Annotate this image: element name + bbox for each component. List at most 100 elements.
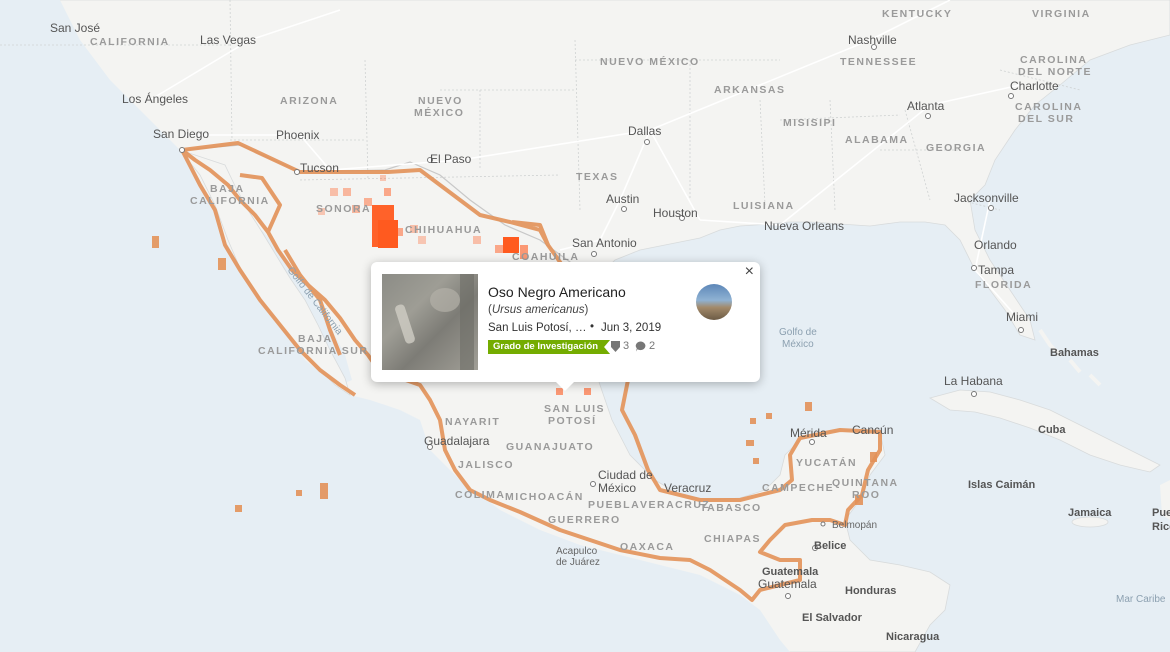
identifications-value: 3 xyxy=(623,340,630,352)
label-virginia: VIRGINIA xyxy=(1032,8,1091,20)
label-el-salvador: El Salvador xyxy=(802,612,863,624)
label-nuevo: NUEVO xyxy=(418,95,463,107)
label-yucatan: YUCATÁN xyxy=(796,456,857,469)
label-guanajuato: GUANAJUATO xyxy=(506,441,594,453)
label-tennessee: TENNESSEE xyxy=(840,56,917,68)
label-san-antonio: San Antonio xyxy=(572,236,637,250)
comments-value: 2 xyxy=(649,340,656,352)
scientific-name: (Ursus americanus) xyxy=(488,304,589,316)
label-carolina-sur-1: CAROLINA xyxy=(1015,101,1082,113)
label-guatemala-city: Guatemala xyxy=(758,577,817,591)
label-slp-1: SAN LUIS xyxy=(544,403,605,415)
comment-icon xyxy=(635,341,646,351)
label-jamaica: Jamaica xyxy=(1068,507,1112,519)
label-islas-caiman: Islas Caimán xyxy=(968,479,1036,491)
photo-detail xyxy=(430,288,460,312)
label-las-vegas: Las Vegas xyxy=(200,33,256,47)
label-kentucky: KENTUCKY xyxy=(882,8,952,20)
label-austin: Austin xyxy=(606,192,639,206)
label-veracruz-city: Veracruz xyxy=(664,481,711,495)
label-california: CALIFORNIA xyxy=(90,36,170,48)
label-chiapas: CHIAPAS xyxy=(704,533,761,545)
label-luisiana: LUISIANA xyxy=(733,200,795,212)
label-mar-caribe: Mar Caribe xyxy=(1116,594,1166,605)
label-quintana-2: ROO xyxy=(852,489,880,501)
label-florida: FLORIDA xyxy=(975,279,1032,291)
label-cuba: Cuba xyxy=(1038,424,1066,436)
label-arizona: ARIZONA xyxy=(280,95,338,107)
label-tampa: Tampa xyxy=(978,263,1014,277)
label-houston: Houston xyxy=(653,206,698,220)
label-rico: Rico xyxy=(1152,521,1170,533)
identifications-count: 3 xyxy=(611,340,629,352)
label-carolina-norte-1: CAROLINA xyxy=(1020,54,1087,66)
label-nicaragua: Nicaragua xyxy=(886,631,940,643)
label-miami: Miami xyxy=(1006,310,1038,324)
label-san-jose: San José xyxy=(50,21,100,35)
comments-count: 2 xyxy=(635,340,655,352)
label-tucson: Tucson xyxy=(300,161,339,175)
label-baja-sur-1: BAJA xyxy=(298,333,333,345)
label-oklahoma: NUEVO MÉXICO xyxy=(600,55,700,68)
label-nayarit: NAYARIT xyxy=(445,416,500,428)
observation-title[interactable]: Oso Negro Americano xyxy=(488,284,626,300)
label-nashville: Nashville xyxy=(848,33,897,47)
label-acapulco-2: de Juárez xyxy=(556,557,600,568)
label-guadalajara: Guadalajara xyxy=(424,434,490,448)
label-guerrero: GUERRERO xyxy=(548,514,621,526)
photo-detail xyxy=(394,303,416,345)
label-dallas: Dallas xyxy=(628,124,661,138)
label-texas: TEXAS xyxy=(576,171,619,183)
identification-icon xyxy=(611,340,620,352)
close-icon[interactable]: × xyxy=(745,263,754,281)
label-misisipi: MISISIPI xyxy=(783,117,836,129)
label-cancun: Cancún xyxy=(852,423,893,437)
photo-detail xyxy=(460,274,474,370)
user-avatar[interactable] xyxy=(696,284,732,320)
label-honduras: Honduras xyxy=(845,585,896,597)
observation-date: Jun 3, 2019 xyxy=(601,322,662,334)
quality-grade-badge: Grado de Investigación xyxy=(488,340,610,354)
label-la-habana: La Habana xyxy=(944,374,1003,388)
label-phoenix: Phoenix xyxy=(276,128,319,142)
label-tabasco: TABASCO xyxy=(700,502,762,514)
label-chihuahua: CHIHUAHUA xyxy=(405,224,482,236)
label-carolina-norte-2: DEL NORTE xyxy=(1018,66,1092,78)
label-carolina-sur-2: DEL SUR xyxy=(1018,113,1074,125)
label-puerto-rico: Puerto xyxy=(1152,507,1170,519)
label-campeche: CAMPECHE xyxy=(762,482,834,494)
label-colima: COLIMA xyxy=(455,489,505,501)
observation-place: San Luis Potosí, M... xyxy=(488,322,590,334)
label-quintana-1: QUINTANA xyxy=(832,477,899,489)
label-michoacan: MICHOACÁN xyxy=(505,490,584,503)
label-oaxaca: OAXACA xyxy=(620,541,675,553)
label-jacksonville: Jacksonville xyxy=(954,191,1019,205)
label-baja-sur-2: CALIFORNIA SUR xyxy=(258,345,368,357)
label-arkansas: ARKANSAS xyxy=(714,84,786,96)
scientific-name-text: Ursus americanus xyxy=(491,304,585,316)
label-slp-2: POTOSÍ xyxy=(548,414,596,427)
label-georgia: GEORGIA xyxy=(926,142,986,154)
separator: • xyxy=(590,321,595,333)
label-belmopan: Belmopán xyxy=(832,520,877,531)
label-acapulco-1: Acapulco xyxy=(556,546,598,557)
label-alabama: ALABAMA xyxy=(845,134,909,146)
label-golfo-mexico-1: Golfo de xyxy=(779,327,817,338)
label-bahamas: Bahamas xyxy=(1050,347,1099,359)
observation-popup[interactable]: × Oso Negro Americano (Ursus americanus)… xyxy=(371,262,760,391)
label-cdmx-2: México xyxy=(598,481,636,495)
label-nueva-orleans: Nueva Orleans xyxy=(764,219,844,233)
label-merida: Mérida xyxy=(790,426,827,440)
label-los-angeles: Los Ángeles xyxy=(122,91,188,106)
label-belice: Belice xyxy=(814,540,846,552)
label-puebla: PUEBLA xyxy=(588,499,640,511)
label-sonora: SONORA xyxy=(316,203,371,215)
label-jalisco: JALISCO xyxy=(458,459,514,471)
label-el-paso: El Paso xyxy=(430,152,472,166)
label-mexico-state: MÉXICO xyxy=(414,106,464,119)
observation-photo[interactable] xyxy=(382,274,478,370)
label-baja-2: CALIFORNIA xyxy=(190,195,270,207)
label-atlanta: Atlanta xyxy=(907,99,945,113)
label-san-diego: San Diego xyxy=(153,127,209,141)
label-orlando: Orlando xyxy=(974,238,1017,252)
